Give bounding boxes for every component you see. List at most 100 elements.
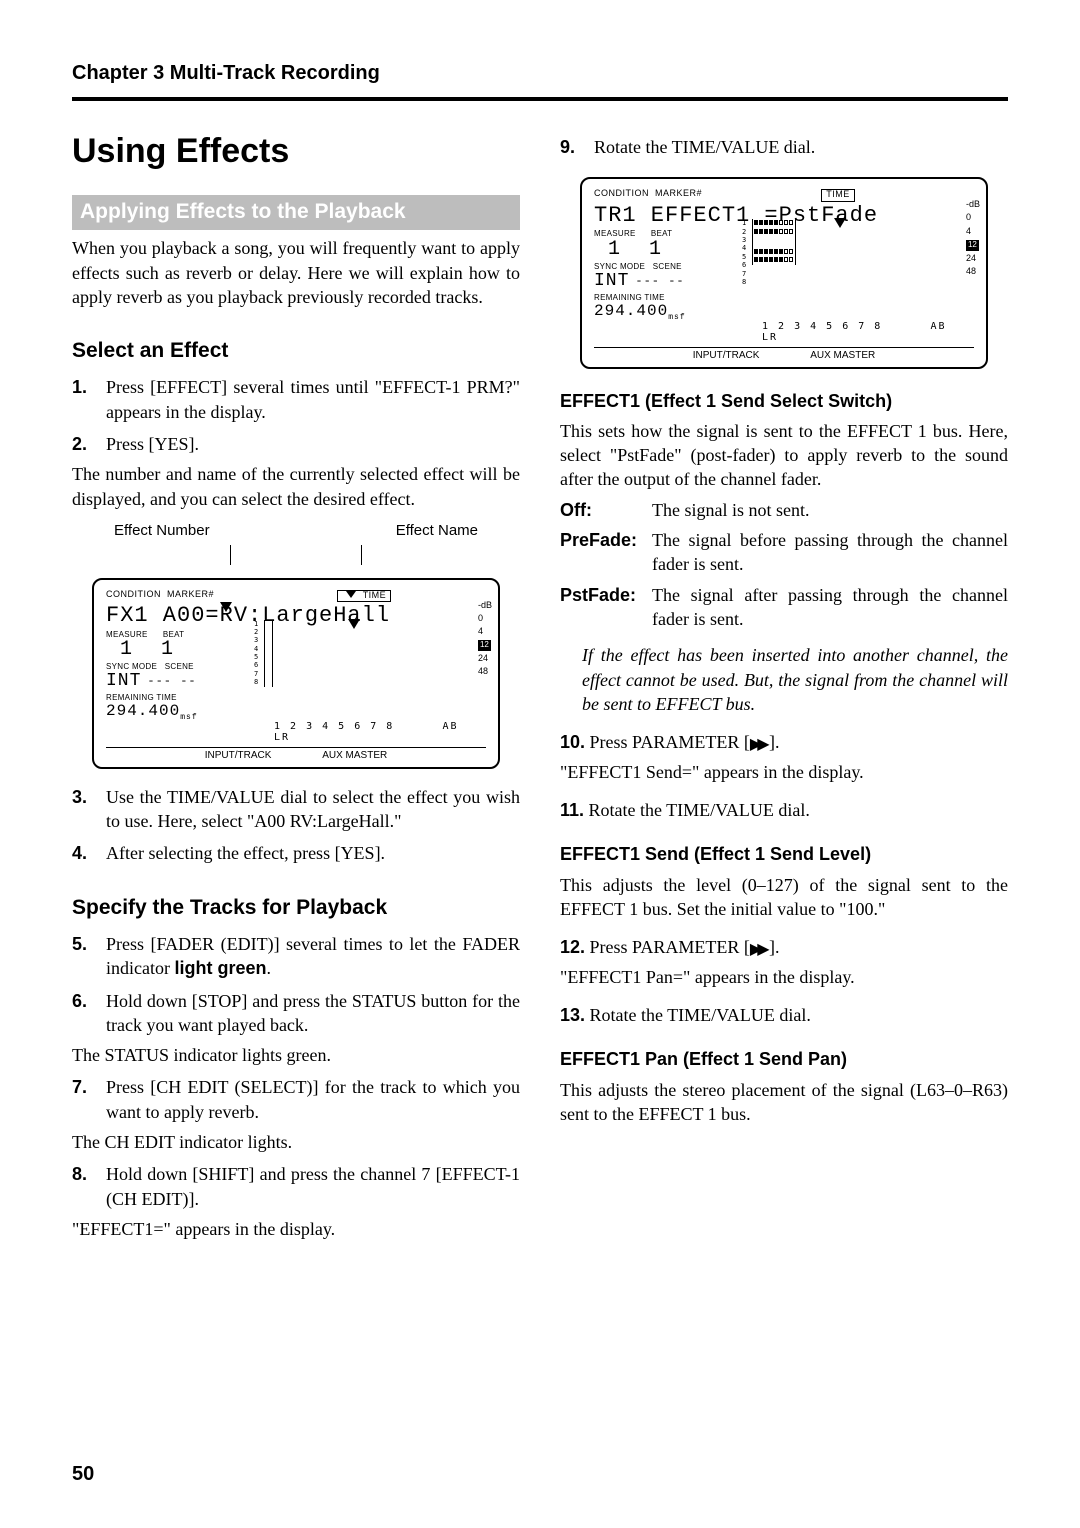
rule	[72, 97, 1008, 101]
step-number: 6.	[72, 989, 106, 1038]
step-text: Press [CH EDIT (SELECT)] for the track t…	[106, 1075, 520, 1124]
lbl-marker: MARKER#	[167, 589, 214, 599]
lbl-sync: SYNC MODE	[106, 662, 157, 671]
step-10: 10. Press PARAMETER [▶▶ ].	[560, 730, 1008, 756]
step-1: 1. Press [EFFECT] several times until "E…	[72, 375, 520, 424]
page-number: 50	[72, 1461, 94, 1488]
lbl-remaining: REMAINING TIME	[594, 293, 665, 302]
def-prefade: PreFade: The signal before passing throu…	[560, 528, 1008, 577]
step-13: 13. Rotate the TIME/VALUE dial.	[560, 1003, 1008, 1027]
def-off: Off: The signal is not sent.	[560, 498, 1008, 522]
lbl-condition: CONDITION	[106, 589, 161, 599]
def-term: PstFade:	[560, 583, 652, 632]
param-desc-effect1-switch: This sets how the signal is sent to the …	[560, 419, 1008, 492]
step-3: 3. Use the TIME/VALUE dial to select the…	[72, 785, 520, 834]
page-title: Using Effects	[72, 129, 520, 175]
sync-value: INT	[594, 272, 629, 292]
subheading-specify-tracks: Specify the Tracks for Playback	[72, 894, 520, 922]
step-12: 12. Press PARAMETER [▶▶ ].	[560, 935, 1008, 961]
page: Chapter 3 Multi-Track Recording Using Ef…	[0, 0, 1080, 1528]
def-definition: The signal is not sent.	[652, 498, 1008, 522]
lbl-marker: MARKER#	[655, 188, 702, 198]
step-number: 3.	[72, 785, 106, 834]
step-number: 8.	[72, 1162, 106, 1211]
two-column-layout: Using Effects Applying Effects to the Pl…	[72, 129, 1008, 1247]
channel-numbers: 1 2 3 4 5 6 7 8	[274, 721, 394, 732]
step-number: 9.	[560, 135, 594, 159]
lbl-beat: BEAT	[651, 229, 673, 238]
after-step-12: "EFFECT1 Pan=" appears in the display.	[560, 965, 1008, 989]
label-effect-number: Effect Number	[114, 521, 210, 541]
step-text: Use the TIME/VALUE dial to select the ef…	[106, 785, 520, 834]
lr-label: LR	[762, 332, 778, 343]
step-text: Press [FADER (EDIT)] several times to le…	[106, 932, 520, 981]
lbl-scene: SCENE	[165, 662, 194, 671]
time-pointer-icon	[346, 591, 356, 598]
def-pstfade: PstFade: The signal after passing throug…	[560, 583, 1008, 632]
param-head-effect1-send: EFFECT1 Send (Effect 1 Send Level)	[560, 842, 1008, 866]
lbl-scene: SCENE	[653, 262, 682, 271]
pointer-value	[830, 218, 850, 229]
lcd-figure-1: CONDITION MARKER# TIME FX1 A00=RV:LargeH…	[92, 578, 500, 769]
step-text: After selecting the effect, press [YES].	[106, 841, 520, 865]
step-number: 1.	[72, 375, 106, 424]
step-text: Hold down [STOP] and press the STATUS bu…	[106, 989, 520, 1038]
step-9: 9. Rotate the TIME/VALUE dial.	[560, 135, 1008, 159]
lbl-beat: BEAT	[163, 630, 185, 639]
chapter-heading: Chapter 3 Multi-Track Recording	[72, 60, 1008, 87]
channel-numbers: 1 2 3 4 5 6 7 8	[762, 321, 882, 332]
db-scale: -dB 0 4 12 24 48	[478, 598, 492, 679]
step-number: 4.	[72, 841, 106, 865]
input-track-label: INPUT/TRACK	[693, 350, 760, 361]
subheading-select-effect: Select an Effect	[72, 337, 520, 365]
lbl-remaining: REMAINING TIME	[106, 693, 177, 702]
db-scale: -dB 0 4 12 24 48	[966, 197, 980, 278]
aux-master-label: AUX MASTER	[322, 750, 387, 761]
step-8: 8. Hold down [SHIFT] and press the chann…	[72, 1162, 520, 1211]
aux-master-label: AUX MASTER	[810, 350, 875, 361]
fast-forward-icon: ▶▶	[750, 939, 765, 961]
sync-value: INT	[106, 672, 141, 692]
figure1-labels: Effect Number Effect Name	[114, 521, 478, 541]
after-step-6: The STATUS indicator lights green.	[72, 1043, 520, 1067]
lbl-time: TIME	[363, 590, 387, 600]
scene-value: --- --	[635, 275, 684, 288]
right-column: 9. Rotate the TIME/VALUE dial. CONDITION…	[560, 129, 1008, 1247]
lbl-measure: MEASURE	[594, 229, 636, 238]
level-meters: 12345678	[752, 219, 796, 265]
label-effect-name: Effect Name	[396, 521, 478, 541]
pointer-effect-name	[344, 619, 364, 630]
step-number: 2.	[72, 432, 106, 456]
lbl-time: TIME	[821, 189, 855, 202]
scene-value: --- --	[147, 675, 196, 688]
beat-value: 1	[152, 639, 182, 661]
param-desc-effect1-send: This adjusts the level (0–127) of the si…	[560, 873, 1008, 922]
note-insert-effect: If the effect has been inserted into ano…	[582, 643, 1008, 716]
step-2: 2. Press [YES].	[72, 432, 520, 456]
measure-value: 1	[106, 639, 146, 661]
remaining-value: 294.400msf	[594, 303, 974, 323]
input-track-label: INPUT/TRACK	[205, 750, 272, 761]
step-text: Press [EFFECT] several times until "EFFE…	[106, 375, 520, 424]
def-definition: The signal after passing through the cha…	[652, 583, 1008, 632]
level-meters: 12345678	[264, 620, 273, 687]
step-6: 6. Hold down [STOP] and press the STATUS…	[72, 989, 520, 1038]
lcd-figure-2: CONDITION MARKER# TIME TR1 EFFECT1 =PstF…	[580, 177, 988, 368]
step-7: 7. Press [CH EDIT (SELECT)] for the trac…	[72, 1075, 520, 1124]
step-number: 5.	[72, 932, 106, 981]
after-step-10: "EFFECT1 Send=" appears in the display.	[560, 760, 1008, 784]
remaining-value: 294.400msf	[106, 703, 486, 723]
lr-label: LR	[274, 732, 290, 743]
step-text: Rotate the TIME/VALUE dial.	[594, 135, 1008, 159]
step-4: 4. After selecting the effect, press [YE…	[72, 841, 520, 865]
step-number: 7.	[72, 1075, 106, 1124]
step-11: 11. Rotate the TIME/VALUE dial.	[560, 798, 1008, 822]
fast-forward-icon: ▶▶	[750, 734, 765, 756]
after-step-2: The number and name of the currently sel…	[72, 462, 520, 511]
step-text: Hold down [SHIFT] and press the channel …	[106, 1162, 520, 1211]
param-desc-effect1-pan: This adjusts the stereo placement of the…	[560, 1078, 1008, 1127]
lbl-measure: MEASURE	[106, 630, 148, 639]
param-head-effect1-pan: EFFECT1 Pan (Effect 1 Send Pan)	[560, 1047, 1008, 1071]
step-text: Press [YES].	[106, 432, 520, 456]
lbl-condition: CONDITION	[594, 188, 649, 198]
